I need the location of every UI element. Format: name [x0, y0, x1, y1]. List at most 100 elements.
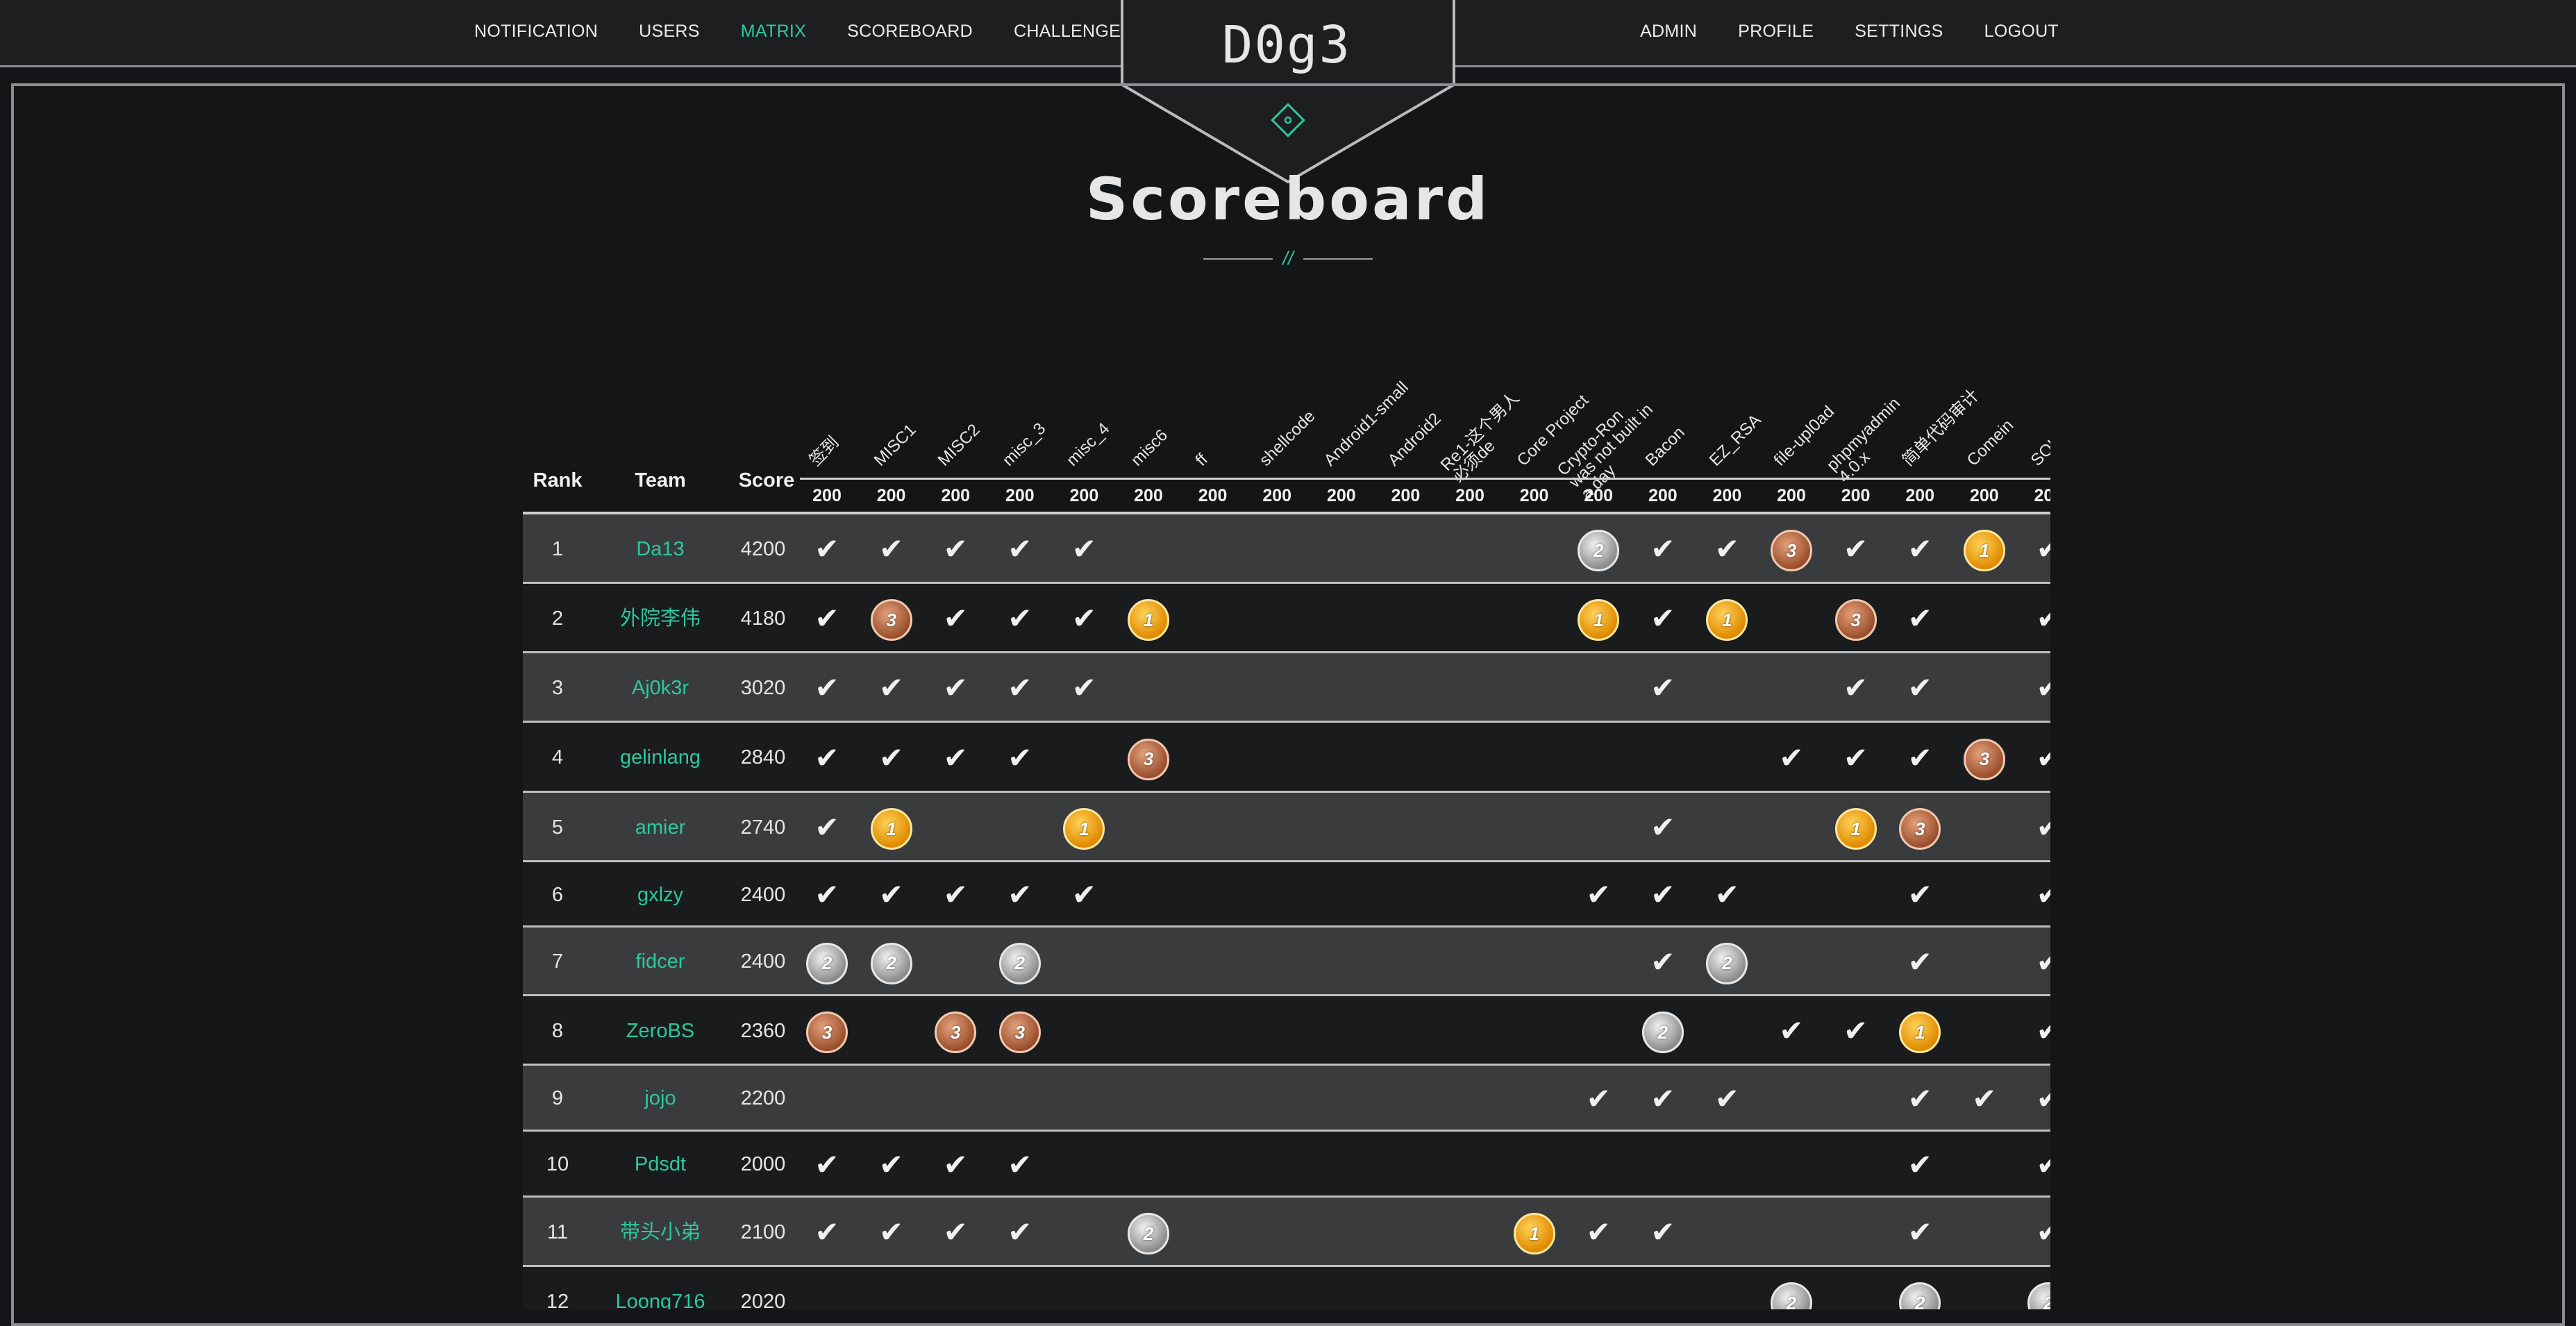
check-icon: ✔ [1071, 602, 1096, 635]
challenge-name-line: SQL1 [2027, 426, 2050, 470]
check-icon: ✔ [1650, 811, 1675, 844]
check-icon: ✔ [1071, 532, 1096, 565]
team-link[interactable]: Pdsdt [592, 1132, 728, 1198]
team-link[interactable]: fidcer [592, 928, 728, 996]
check-icon: ✔ [1907, 671, 1932, 704]
challenge-header[interactable]: MISC1 [870, 421, 919, 470]
challenge-header[interactable]: misc_4 [1063, 419, 1114, 470]
rank-cell: 2 [551, 607, 564, 630]
team-link[interactable]: jojo [592, 1066, 728, 1132]
gold-medal-icon: 1 [1834, 808, 1877, 850]
team-link[interactable]: amier [592, 793, 728, 862]
check-icon: ✔ [1650, 1216, 1675, 1248]
check-icon: ✔ [1907, 1082, 1932, 1115]
table-row: 5amier2740✔11✔13✔2 [523, 793, 2050, 862]
check-icon: ✔ [1007, 1216, 1032, 1248]
silver-medal-icon: 2 [870, 942, 912, 984]
check-icon: ✔ [943, 532, 968, 565]
score-cell: 2400 [740, 950, 786, 973]
check-icon: ✔ [1907, 532, 1932, 565]
table-row: 4 gelinlang 2840 ✔ ✔ ✔ ✔ 3 ✔ ✔ ✔ 3 ✔ [523, 723, 2050, 793]
challenge-header[interactable]: EZ_RSA [1706, 410, 1766, 470]
score-header: Score [738, 469, 795, 492]
team-link[interactable]: gxlzy [592, 862, 728, 928]
challenge-header[interactable]: Android2 [1385, 410, 1445, 470]
check-icon: ✔ [1650, 602, 1675, 635]
table-row: 6 gxlzy 2400 ✔ ✔ ✔ ✔ ✔ ✔ ✔ ✔ ✔ ✔ [523, 862, 2050, 928]
check-icon: ✔ [814, 1148, 839, 1181]
challenge-header[interactable]: phpmyadmin 4.0.x [1823, 394, 1915, 486]
team-link[interactable]: Da13 [592, 514, 728, 584]
team-link[interactable]: ZeroBS [592, 996, 728, 1066]
challenge-name-line: misc_3 [998, 419, 1050, 470]
check-icon: ✔ [1007, 878, 1032, 911]
challenge-points: 200 [876, 486, 906, 505]
scoreboard-table: Rank Team Score 签到 MISC1 MISC2 misc_3 misc_4… [523, 0, 2050, 1309]
silver-medal-icon: 2 [998, 942, 1041, 984]
silver-medal-icon: 2 [1771, 1282, 1812, 1309]
challenge-points: 200 [1519, 486, 1549, 505]
silver-medal-icon: 2 [1641, 1012, 1684, 1053]
gold-medal-icon: 1 [870, 808, 912, 850]
challenge-name-line: EZ_RSA [1706, 410, 1766, 470]
check-icon: ✔ [1586, 1216, 1611, 1248]
check-icon: ✔ [943, 671, 968, 704]
check-icon: ✔ [1007, 602, 1032, 635]
rank-cell: 12 [546, 1291, 569, 1309]
check-icon: ✔ [814, 671, 839, 704]
check-icon: ✔ [1907, 1148, 1932, 1181]
check-icon: ✔ [1779, 1014, 1804, 1047]
table-row: 3 Aj0k3r 3020 ✔ ✔ ✔ ✔ ✔ ✔ ✔ ✔ ✔ [523, 653, 2050, 723]
score-cell: 4180 [740, 607, 786, 630]
challenge-points: 200 [1905, 486, 1935, 505]
challenge-name-line: misc6 [1127, 426, 1172, 470]
team-link[interactable]: Aj0k3r [592, 653, 728, 723]
score-cell: 2020 [740, 1291, 786, 1309]
check-icon: ✔ [1650, 532, 1675, 565]
check-icon: ✔ [2036, 1082, 2050, 1115]
team-link[interactable]: Loong716 [592, 1267, 728, 1309]
challenge-header[interactable]: shellcode [1256, 407, 1319, 470]
challenge-header[interactable]: MISC2 [935, 421, 984, 470]
table-row: 7 fidcer 2400 2 2 2 ✔ 2 ✔ ✔ [523, 928, 2050, 996]
challenge-points: 200 [1455, 486, 1484, 505]
check-icon: ✔ [2036, 1216, 2050, 1248]
check-icon: ✔ [1714, 1082, 1739, 1115]
check-icon: ✔ [2036, 1014, 2050, 1047]
check-icon: ✔ [943, 741, 968, 774]
score-cell: 2740 [740, 816, 786, 839]
team-link[interactable]: 外院李伟 [592, 584, 728, 653]
check-icon: ✔ [1007, 671, 1032, 704]
team-link[interactable]: 带头小弟 [592, 1198, 728, 1267]
bronze-medal-icon: 3 [1899, 808, 1941, 850]
rank-cell: 8 [551, 1020, 564, 1042]
bronze-medal-icon: 3 [806, 1012, 848, 1053]
challenge-header[interactable]: ff [1191, 450, 1211, 469]
check-icon: ✔ [1907, 1216, 1932, 1248]
challenge-points: 200 [1648, 486, 1678, 505]
challenge-header[interactable]: Comein [1963, 416, 2017, 470]
challenge-points: 200 [1005, 486, 1035, 505]
check-icon: ✔ [1007, 532, 1032, 565]
check-icon: ✔ [1843, 741, 1868, 774]
challenge-points: 200 [1969, 486, 1999, 505]
challenge-header[interactable]: misc6 [1127, 426, 1172, 470]
challenge-points: 200 [1712, 486, 1742, 505]
table-row: 8 ZeroBS 2360 3 3 3 2 ✔ ✔ 1 ✔ [523, 996, 2050, 1066]
table-row: 9 jojo 2200 ✔ ✔ ✔ ✔ ✔ ✔ [523, 1066, 2050, 1132]
header-divider [800, 478, 2050, 480]
table-row: 11 带头小弟 2100 ✔ ✔ ✔ ✔ 2 1 ✔ ✔ ✔ ✔ [523, 1198, 2050, 1267]
check-icon: ✔ [814, 532, 839, 565]
team-link[interactable]: gelinlang [592, 723, 728, 793]
check-icon: ✔ [1907, 741, 1932, 774]
challenge-header[interactable]: misc_3 [998, 419, 1050, 470]
gold-medal-icon: 1 [1513, 1213, 1555, 1254]
gold-medal-icon: 1 [1063, 808, 1105, 850]
challenge-header[interactable]: SQL1 [2027, 426, 2050, 470]
challenge-points: 200 [1069, 486, 1099, 505]
challenge-header[interactable]: 签到 [806, 433, 843, 470]
challenge-header[interactable]: Re1-这个男人 必须de [1437, 389, 1534, 487]
table-row: 2 外院李伟 4180 ✔ 3 ✔ ✔ ✔ 1 1 ✔ 1 3 ✔ ✔ [523, 584, 2050, 653]
check-icon: ✔ [814, 741, 839, 774]
challenge-points: 200 [1262, 486, 1292, 505]
